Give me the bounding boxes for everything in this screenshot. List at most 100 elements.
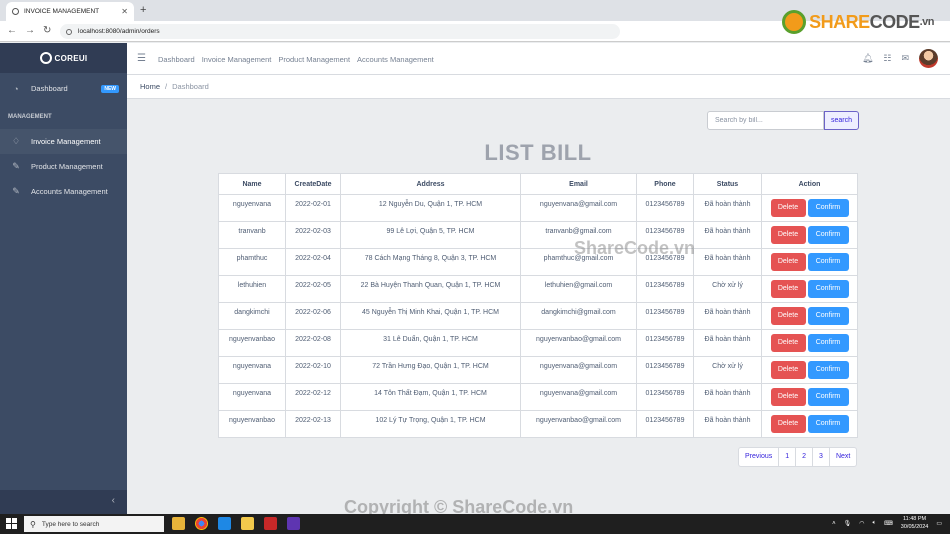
cell-create-date: 2022-02-13 — [285, 410, 341, 438]
sidebar-item-dashboard[interactable]: ◔ Dashboard NEW — [0, 76, 127, 101]
url-field[interactable]: localhost:8080/admin/orders — [60, 24, 620, 39]
cell-name: tranvanb — [218, 221, 286, 249]
keyboard-icon[interactable]: ⌨ — [884, 520, 893, 527]
column-header: Status — [693, 173, 762, 195]
notification-icon[interactable]: ▭ — [936, 520, 942, 527]
sidebar: COREUI ◔ Dashboard NEW MANAGEMENT ♢ Invo… — [0, 43, 127, 514]
delete-button[interactable]: Delete — [770, 307, 806, 325]
sidebar-toggler[interactable]: ‹ — [0, 490, 127, 514]
cell-address: 12 Nguyễn Du, Quận 1, TP. HCM — [340, 194, 521, 222]
table-row: nguyenvana 2022-02-01 12 Nguyễn Du, Quận 1… — [218, 194, 858, 222]
envelope-icon[interactable]: ✉ — [901, 53, 909, 64]
cell-status: Chờ xử lý — [693, 275, 762, 303]
cell-phone: 0123456789 — [636, 410, 694, 438]
header-nav: Dashboard Invoice Management Product Man… — [158, 55, 434, 64]
search-button[interactable]: search — [824, 111, 859, 130]
cell-email: nguyenvana@gmail.com — [520, 383, 637, 411]
confirm-button[interactable]: Confirm — [807, 280, 849, 298]
wifi-icon[interactable]: ◠ — [859, 520, 864, 527]
sidebar-item-product-management[interactable]: ✎ Product Management — [0, 154, 127, 179]
header-link-product[interactable]: Product Management — [278, 55, 350, 64]
delete-button[interactable]: Delete — [770, 334, 806, 352]
windows-start-icon[interactable] — [6, 518, 17, 529]
confirm-button[interactable]: Confirm — [807, 388, 849, 406]
menu-icon[interactable]: ☰ — [137, 53, 146, 64]
cell-address: 31 Lê Duẩn, Quận 1, TP. HCM — [340, 329, 521, 357]
reload-icon[interactable]: ↻ — [43, 25, 51, 36]
cell-create-date: 2022-02-03 — [285, 221, 341, 249]
header-icons: 🔔︎ ☷ ✉ — [862, 49, 938, 68]
sidebar-item-invoice-management[interactable]: ♢ Invoice Management — [0, 129, 127, 154]
breadcrumb-current: Dashboard — [172, 82, 209, 91]
delete-button[interactable]: Delete — [770, 199, 806, 217]
cell-status: Đã hoàn thành — [693, 194, 762, 222]
cell-create-date: 2022-02-08 — [285, 329, 341, 357]
confirm-button[interactable]: Confirm — [807, 334, 849, 352]
page-previous[interactable]: Previous — [739, 448, 778, 466]
sidebar-brand[interactable]: COREUI — [0, 43, 127, 73]
page-3[interactable]: 3 — [812, 448, 829, 466]
taskbar-search[interactable]: ⚲ Type here to search — [24, 516, 164, 532]
app-icon[interactable] — [287, 517, 300, 530]
cell-address: 72 Trần Hưng Đạo, Quận 1, TP. HCM — [340, 356, 521, 384]
cell-name: lethuhien — [218, 275, 286, 303]
confirm-button[interactable]: Confirm — [807, 307, 849, 325]
cell-email: nguyenvana@gmail.com — [520, 356, 637, 384]
chevron-up-icon[interactable]: ˄ — [832, 521, 836, 527]
cell-status: Đã hoàn thành — [693, 410, 762, 438]
back-icon[interactable]: ← — [7, 25, 17, 36]
avatar[interactable] — [919, 49, 938, 68]
app-icon[interactable] — [264, 517, 277, 530]
delete-button[interactable]: Delete — [770, 361, 806, 379]
cell-action: Delete Confirm — [761, 302, 858, 330]
clock[interactable]: 11:48 PM 30/05/2024 — [901, 516, 929, 531]
confirm-button[interactable]: Confirm — [807, 199, 849, 217]
column-header: CreateDate — [285, 173, 341, 195]
vscode-icon[interactable] — [218, 517, 231, 530]
confirm-button[interactable]: Confirm — [807, 226, 849, 244]
cell-create-date: 2022-02-01 — [285, 194, 341, 222]
cell-email: lethuhien@gmail.com — [520, 275, 637, 303]
search-input[interactable] — [707, 111, 824, 130]
app-icon[interactable] — [241, 517, 254, 530]
cell-status: Đã hoàn thành — [693, 248, 762, 276]
sidebar-item-label: Invoice Management — [31, 137, 101, 146]
sharecode-logo: SHARE CODE .vn — [782, 10, 935, 34]
page-2[interactable]: 2 — [795, 448, 812, 466]
logo-part3: .vn — [919, 16, 935, 28]
speaker-icon[interactable]: 🔈︎ — [873, 520, 877, 527]
close-icon[interactable]: ✕ — [121, 7, 128, 16]
header-link-accounts[interactable]: Accounts Management — [357, 55, 434, 64]
clock-time: 11:48 PM — [902, 516, 927, 522]
confirm-button[interactable]: Confirm — [807, 361, 849, 379]
delete-button[interactable]: Delete — [770, 388, 806, 406]
header-link-invoice[interactable]: Invoice Management — [202, 55, 272, 64]
browser-tab[interactable]: INVOICE MANAGEMENT ✕ — [6, 2, 134, 21]
column-header: Name — [218, 173, 286, 195]
table-row: tranvanb 2022-02-03 99 Lê Lợi, Quận 5, TP.… — [218, 221, 858, 249]
bell-icon[interactable]: 🔔︎ — [862, 53, 873, 64]
header-link-dashboard[interactable]: Dashboard — [158, 55, 195, 64]
page-next[interactable]: Next — [828, 448, 856, 466]
delete-button[interactable]: Delete — [770, 280, 806, 298]
confirm-button[interactable]: Confirm — [807, 253, 849, 271]
sidebar-item-accounts-management[interactable]: ✎ Accounts Management — [0, 179, 127, 204]
delete-button[interactable]: Delete — [770, 253, 806, 271]
cell-name: nguyenvanbao — [218, 329, 286, 357]
cell-address: 45 Nguyễn Thị Minh Khai, Quận 1, TP. HCM — [340, 302, 521, 330]
page-1[interactable]: 1 — [778, 448, 795, 466]
file-explorer-icon[interactable] — [172, 517, 185, 530]
confirm-button[interactable]: Confirm — [807, 415, 849, 433]
chrome-icon[interactable] — [195, 517, 208, 530]
column-header: Action — [761, 173, 858, 195]
forward-icon[interactable]: → — [25, 25, 35, 36]
delete-button[interactable]: Delete — [770, 226, 806, 244]
list-icon[interactable]: ☷ — [883, 53, 891, 64]
microphone-icon[interactable]: 🎙︎ — [844, 520, 852, 527]
delete-button[interactable]: Delete — [770, 415, 806, 433]
new-tab-button[interactable]: + — [140, 4, 146, 16]
cell-action: Delete Confirm — [761, 329, 858, 357]
speedometer-icon: ◔ — [13, 83, 19, 94]
breadcrumb-home[interactable]: Home — [140, 82, 160, 91]
cell-action: Delete Confirm — [761, 356, 858, 384]
